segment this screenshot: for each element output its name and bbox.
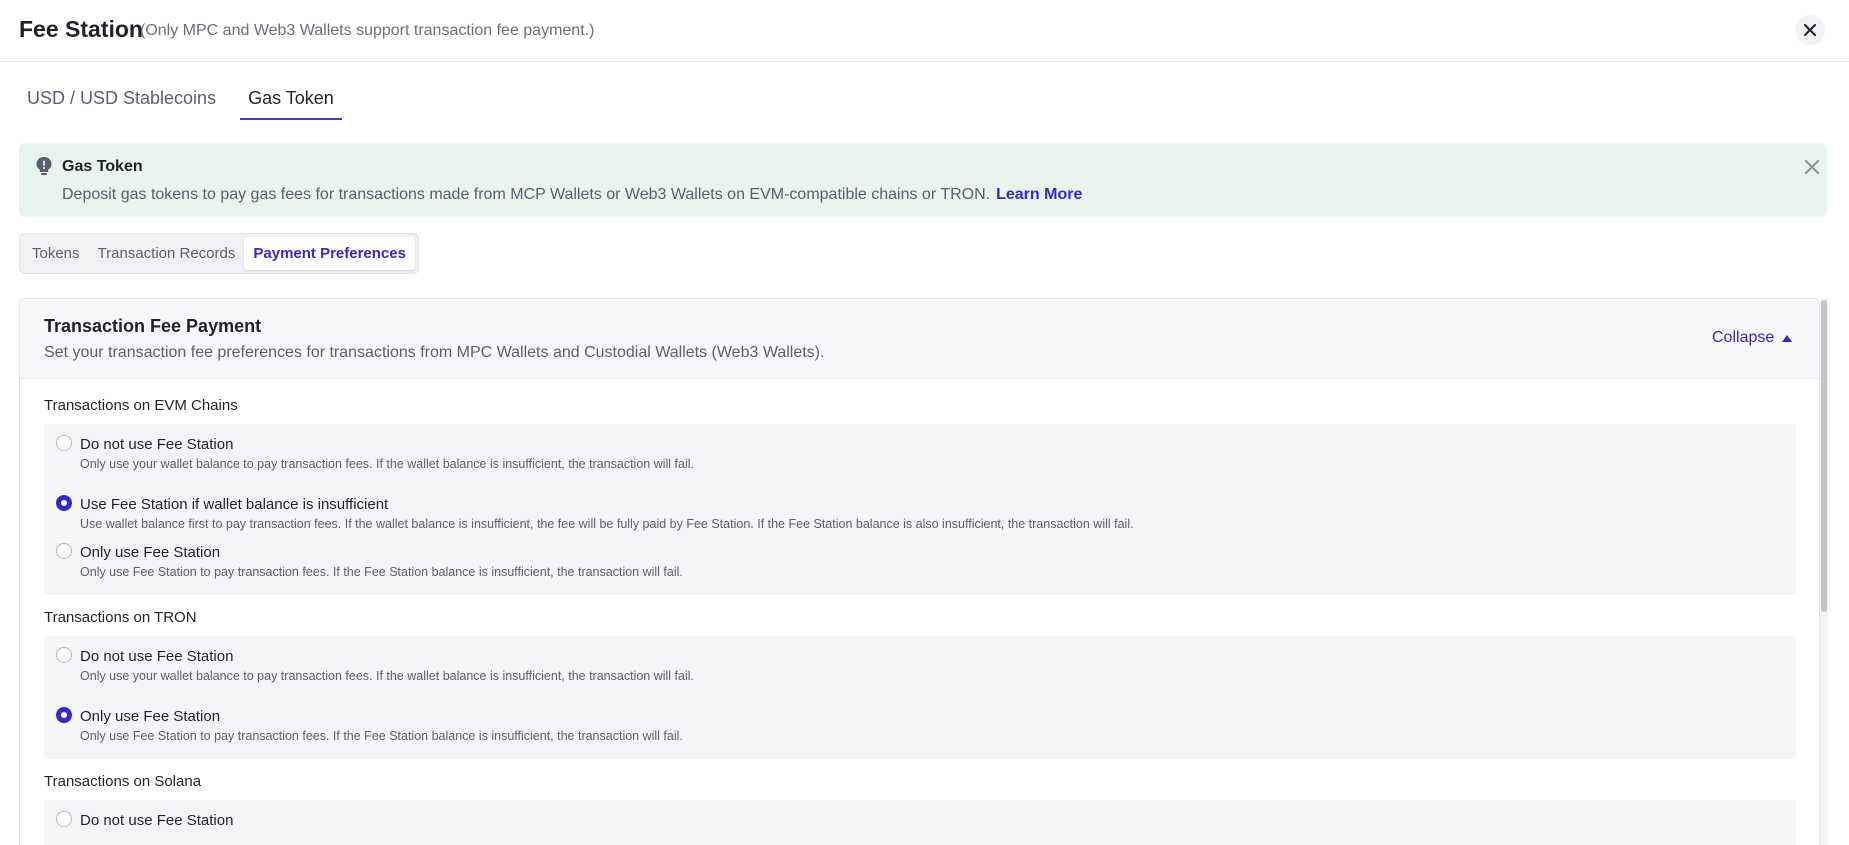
modal-header: Fee Station (Only MPC and Web3 Wallets s…: [0, 0, 1849, 62]
radio-evm-do-not-use[interactable]: [56, 435, 72, 451]
transaction-fee-payment-panel: Transaction Fee Payment Set your transac…: [19, 298, 1820, 845]
option-label: Do not use Fee Station: [80, 812, 234, 829]
radio-evm-use-if-insufficient[interactable]: [56, 495, 72, 511]
caret-up-icon: [1782, 334, 1793, 342]
tab-usd-stablecoins[interactable]: USD / USD Stablecoins: [19, 76, 224, 120]
sub-tab-bar: Tokens Transaction Records Payment Prefe…: [19, 233, 419, 274]
panel-title: Transaction Fee Payment: [44, 316, 262, 336]
alert-message: Deposit gas tokens to pay gas fees for t…: [62, 186, 1082, 204]
option-description: Only use Fee Station to pay transaction …: [80, 565, 683, 579]
modal-title: Fee Station: [19, 16, 143, 42]
radio-tron-do-not-use[interactable]: [56, 647, 72, 663]
section-label-solana: Transactions on Solana: [44, 773, 202, 790]
tab-payment-preferences[interactable]: Payment Preferences: [244, 237, 415, 270]
lightbulb-icon: [36, 157, 52, 175]
section-label-tron: Transactions on TRON: [44, 609, 197, 626]
option-description: Only use Fee Station to pay transaction …: [80, 729, 683, 743]
panel-header: Transaction Fee Payment Set your transac…: [20, 299, 1819, 379]
top-tab-bar: USD / USD Stablecoins Gas Token: [19, 76, 358, 120]
learn-more-link[interactable]: Learn More: [996, 186, 1082, 203]
alert-close-icon[interactable]: [1803, 158, 1821, 176]
tab-tokens[interactable]: Tokens: [23, 237, 89, 270]
option-group-tron: Do not use Fee Station Only use your wal…: [44, 636, 1796, 759]
collapse-button[interactable]: Collapse: [1712, 329, 1793, 347]
close-icon: [1804, 24, 1816, 36]
radio-evm-only-use[interactable]: [56, 543, 72, 559]
option-label: Use Fee Station if wallet balance is ins…: [80, 496, 389, 513]
tab-gas-token[interactable]: Gas Token: [240, 76, 342, 120]
close-button[interactable]: [1795, 15, 1825, 45]
panel-scrollbar[interactable]: [1820, 298, 1828, 845]
section-label-evm: Transactions on EVM Chains: [44, 397, 238, 414]
option-description: Only use your wallet balance to pay tran…: [80, 669, 694, 683]
option-label: Only use Fee Station: [80, 708, 221, 725]
option-label: Only use Fee Station: [80, 544, 221, 561]
panel-description: Set your transaction fee preferences for…: [44, 344, 825, 361]
modal-subtitle-note: (Only MPC and Web3 Wallets support trans…: [140, 22, 595, 39]
option-group-solana: Do not use Fee Station: [44, 800, 1796, 845]
scrollbar-thumb[interactable]: [1821, 300, 1827, 612]
alert-title: Gas Token: [62, 158, 143, 175]
radio-tron-only-use[interactable]: [56, 707, 72, 723]
option-description: Use wallet balance first to pay transact…: [80, 517, 1134, 531]
option-group-evm: Do not use Fee Station Only use your wal…: [44, 424, 1796, 595]
option-description: Only use your wallet balance to pay tran…: [80, 457, 694, 471]
option-label: Do not use Fee Station: [80, 648, 234, 665]
info-alert: Gas Token Deposit gas tokens to pay gas …: [19, 143, 1827, 217]
option-label: Do not use Fee Station: [80, 436, 234, 453]
tab-transaction-records[interactable]: Transaction Records: [89, 237, 245, 270]
alert-message-text: Deposit gas tokens to pay gas fees for t…: [62, 186, 991, 203]
radio-solana-do-not-use[interactable]: [56, 811, 72, 827]
collapse-label: Collapse: [1712, 329, 1775, 346]
